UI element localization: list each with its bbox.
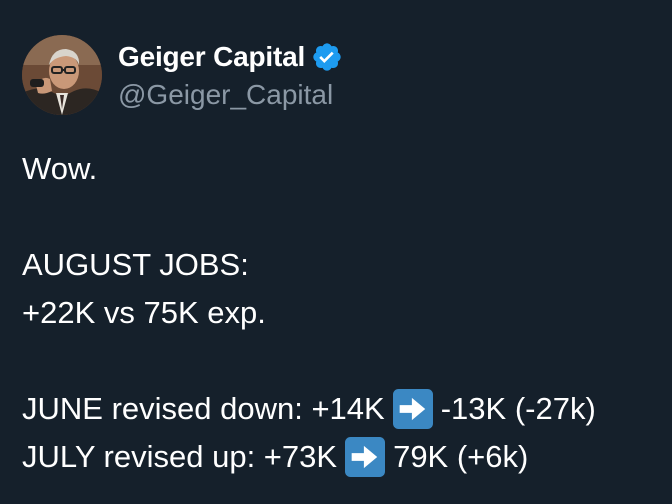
tweet-line-4: JUNE revised down: +14K -13K (-27k) xyxy=(22,385,660,433)
tweet-header: Geiger Capital @Geiger_Capital xyxy=(22,34,343,116)
tweet-line-5: JULY revised up: +73K 79K (+6k) xyxy=(22,433,660,481)
tweet-line-3: +22K vs 75K exp. xyxy=(22,295,266,330)
author-avatar[interactable] xyxy=(22,35,102,115)
avatar-photo-icon xyxy=(22,35,102,115)
july-revision-after: 79K (+6k) xyxy=(393,439,529,474)
tweet-line-1: Wow. xyxy=(22,151,98,186)
right-arrow-emoji-icon xyxy=(345,437,386,477)
june-revision-after: -13K (-27k) xyxy=(440,391,596,426)
july-revision-before: JULY revised up: +73K xyxy=(22,439,338,474)
author-display-name[interactable]: Geiger Capital xyxy=(118,41,305,73)
june-revision-before: JUNE revised down: +14K xyxy=(22,391,385,426)
right-arrow-emoji-icon xyxy=(392,389,433,429)
tweet-text: Wow. AUGUST JOBS: +22K vs 75K exp. JUNE … xyxy=(22,145,660,481)
display-name-row: Geiger Capital xyxy=(118,37,343,77)
verified-badge-icon xyxy=(311,41,343,73)
author-handle[interactable]: @Geiger_Capital xyxy=(118,77,343,113)
tweet-line-2: AUGUST JOBS: xyxy=(22,247,249,282)
author-names: Geiger Capital @Geiger_Capital xyxy=(118,37,343,113)
tweet-card: Geiger Capital @Geiger_Capital Wow. AUGU… xyxy=(0,0,672,504)
